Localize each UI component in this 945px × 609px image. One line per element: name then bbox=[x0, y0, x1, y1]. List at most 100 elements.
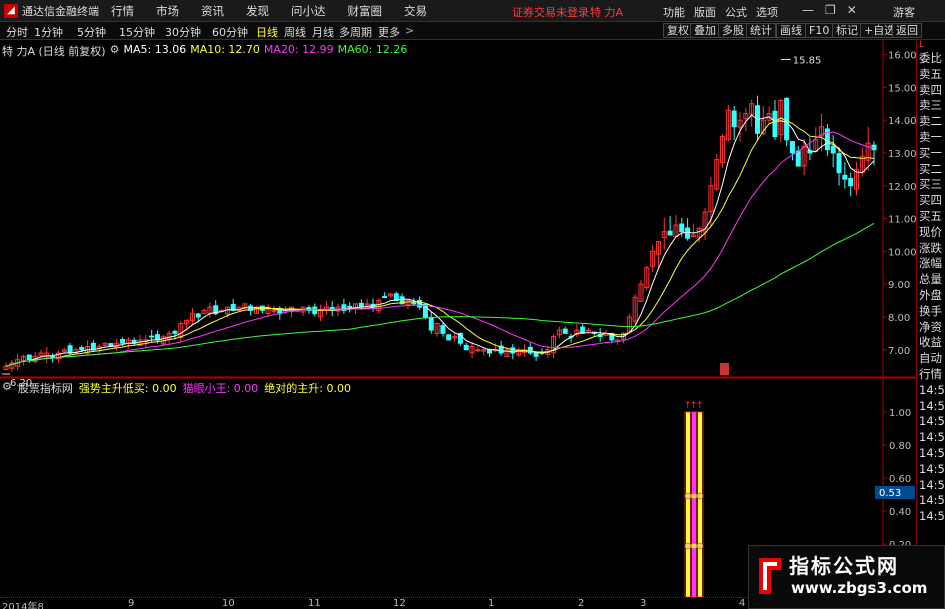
side-item[interactable]: 买三 bbox=[917, 177, 945, 193]
side-item[interactable]: 卖五 bbox=[917, 67, 945, 83]
side-item[interactable]: 14:5 bbox=[917, 509, 945, 525]
side-item[interactable]: 14:5 bbox=[917, 478, 945, 494]
tool-multistock[interactable]: 多股 bbox=[718, 23, 748, 38]
indicator-settings-icon[interactable]: ⚙ bbox=[2, 380, 12, 396]
link-options[interactable]: 选项 bbox=[756, 4, 778, 20]
ma20-value: MA20: 12.99 bbox=[263, 43, 334, 56]
period-more[interactable]: 更多 bbox=[378, 24, 400, 40]
period-multi[interactable]: 多周期 bbox=[339, 24, 372, 40]
menu-quotes[interactable]: 行情 bbox=[111, 3, 134, 19]
signal-dot bbox=[696, 542, 704, 550]
period-tick[interactable]: 分时 bbox=[6, 24, 28, 40]
side-item[interactable]: 卖二 bbox=[917, 114, 945, 130]
period-monthly[interactable]: 月线 bbox=[312, 24, 334, 40]
side-item[interactable]: 买二 bbox=[917, 162, 945, 178]
side-item[interactable]: 卖三 bbox=[917, 98, 945, 114]
side-item[interactable]: 自动 bbox=[917, 351, 945, 367]
x-tick: 2014年8 bbox=[2, 602, 44, 609]
period-1min[interactable]: 1分钟 bbox=[34, 24, 63, 40]
more-arrow-icon[interactable]: > bbox=[405, 24, 414, 37]
candle-body bbox=[667, 230, 673, 236]
top-links: 功能 版面 公式 选项 bbox=[663, 4, 778, 20]
period-30min[interactable]: 30分钟 bbox=[165, 24, 201, 40]
menu-ask[interactable]: 问小达 bbox=[291, 3, 326, 19]
side-item[interactable]: 行情 bbox=[917, 367, 945, 383]
tool-back[interactable]: 返回 bbox=[892, 23, 922, 38]
candle-body bbox=[510, 347, 516, 354]
indicator-line2: 猫眼小王: 0.00 bbox=[182, 382, 259, 395]
candle-body bbox=[848, 177, 854, 187]
side-item[interactable]: 现价 bbox=[917, 225, 945, 241]
ma10-line bbox=[5, 117, 875, 367]
tool-adjust[interactable]: 复权 bbox=[663, 23, 693, 38]
title-stock-name: 特 力A bbox=[590, 6, 624, 19]
side-item[interactable]: 收益 bbox=[917, 335, 945, 351]
candle-body bbox=[789, 141, 795, 154]
period-60min[interactable]: 60分钟 bbox=[212, 24, 248, 40]
side-item[interactable]: 14:5 bbox=[917, 493, 945, 509]
side-item[interactable]: 14:5 bbox=[917, 446, 945, 462]
candle-body bbox=[90, 342, 96, 351]
login-warning[interactable]: 证券交易未登录 bbox=[512, 4, 589, 20]
tool-draw[interactable]: 画线 bbox=[776, 23, 806, 38]
candle-body bbox=[772, 110, 778, 138]
close-icon[interactable]: ✕ bbox=[847, 3, 857, 17]
side-item[interactable]: 14:5 bbox=[917, 430, 945, 446]
kline-chart[interactable]: 16.00 15.00 14.00 13.00 12.00 11.00 10.00 9.00 8… bbox=[0, 40, 916, 597]
tool-mark[interactable]: 标记 bbox=[832, 23, 862, 38]
side-item[interactable]: 14:5 bbox=[917, 399, 945, 415]
side-item[interactable]: 净资 bbox=[917, 320, 945, 336]
minimize-icon[interactable]: — bbox=[802, 3, 814, 17]
tool-f10[interactable]: F10 bbox=[805, 23, 834, 38]
menu-news[interactable]: 资讯 bbox=[201, 3, 224, 19]
signal-dot bbox=[690, 542, 698, 550]
candle-body bbox=[679, 223, 685, 233]
menu-wealth[interactable]: 财富圈 bbox=[348, 3, 383, 19]
menu-discover[interactable]: 发现 bbox=[246, 3, 269, 19]
x-tick: 9 bbox=[128, 598, 135, 609]
side-item[interactable]: 换手 bbox=[917, 304, 945, 320]
ma5-line bbox=[5, 114, 875, 367]
watermark-url: www.zbgs3.com bbox=[791, 579, 928, 597]
side-item[interactable]: 买一 bbox=[917, 146, 945, 162]
candle-body bbox=[149, 335, 155, 338]
side-item[interactable]: 14:5 bbox=[917, 462, 945, 478]
menu-trade[interactable]: 交易 bbox=[404, 3, 427, 19]
candle-body bbox=[440, 325, 446, 334]
guest-label[interactable]: 游客 bbox=[893, 4, 915, 20]
candle-body bbox=[527, 346, 533, 354]
side-item[interactable]: 卖四 bbox=[917, 83, 945, 99]
side-item[interactable]: 外盘 bbox=[917, 288, 945, 304]
period-5min[interactable]: 5分钟 bbox=[77, 24, 106, 40]
settings-icon[interactable]: ⚙ bbox=[110, 43, 120, 59]
side-item[interactable]: 14:5 bbox=[917, 383, 945, 399]
side-panel-top: L bbox=[919, 40, 925, 50]
side-item[interactable]: 委比 bbox=[917, 51, 945, 67]
signal-dot bbox=[696, 492, 704, 500]
restore-icon[interactable]: ❐ bbox=[825, 3, 836, 17]
side-item[interactable]: 买四 bbox=[917, 193, 945, 209]
link-formula[interactable]: 公式 bbox=[725, 4, 747, 20]
chart-title: 特 力A (日线 前复权) bbox=[2, 45, 106, 58]
tool-overlay[interactable]: 叠加 bbox=[690, 23, 720, 38]
link-layout[interactable]: 版面 bbox=[694, 4, 716, 20]
period-daily[interactable]: 日线 bbox=[256, 24, 278, 40]
candle-body bbox=[463, 344, 469, 351]
side-item[interactable]: 14:5 bbox=[917, 414, 945, 430]
side-item[interactable]: 买五 bbox=[917, 209, 945, 225]
menu-market[interactable]: 市场 bbox=[156, 3, 179, 19]
side-item[interactable]: 卖一 bbox=[917, 130, 945, 146]
price-tick-label: 7.00 bbox=[888, 346, 910, 357]
price-tick-label: 8.00 bbox=[888, 313, 910, 324]
side-item[interactable]: 涨幅 bbox=[917, 256, 945, 272]
period-15min[interactable]: 15分钟 bbox=[119, 24, 155, 40]
price-tick-label: 12.00 bbox=[888, 182, 916, 193]
candle-body bbox=[836, 153, 842, 174]
side-item[interactable]: 涨跌 bbox=[917, 241, 945, 257]
link-functions[interactable]: 功能 bbox=[663, 4, 685, 20]
ma10-value: MA10: 12.70 bbox=[190, 43, 260, 56]
tool-stats[interactable]: 统计 bbox=[746, 23, 776, 38]
window-controls: — ❐ ✕ bbox=[802, 3, 857, 17]
period-weekly[interactable]: 周线 bbox=[284, 24, 306, 40]
side-item[interactable]: 总量 bbox=[917, 272, 945, 288]
